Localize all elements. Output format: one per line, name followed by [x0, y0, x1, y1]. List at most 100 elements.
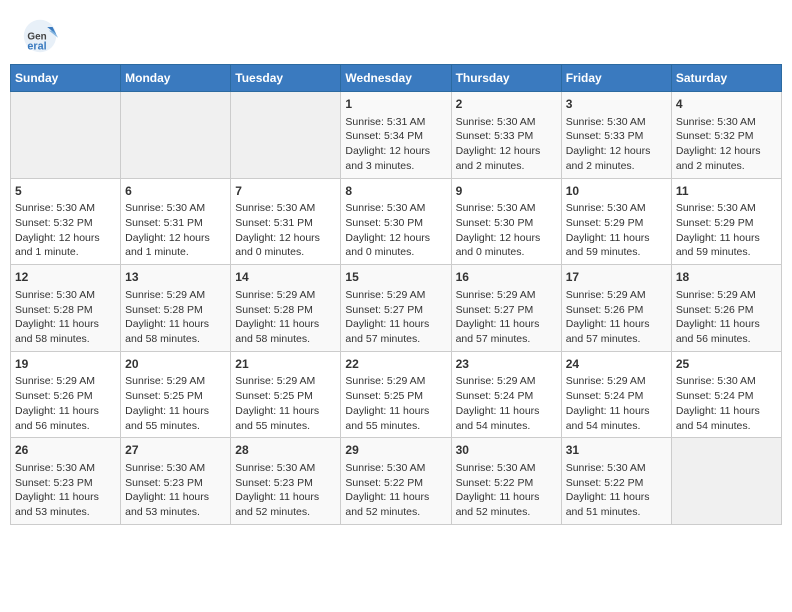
day-info: Sunrise: 5:29 AM Sunset: 5:25 PM Dayligh… — [235, 375, 319, 431]
week-row-5: 26 Sunrise: 5:30 AM Sunset: 5:23 PM Dayli… — [11, 438, 782, 525]
day-number: 24 — [566, 356, 667, 373]
day-number: 17 — [566, 269, 667, 286]
logo-icon: Gen eral — [22, 18, 58, 54]
day-number: 4 — [676, 96, 777, 113]
day-info: Sunrise: 5:29 AM Sunset: 5:26 PM Dayligh… — [676, 289, 760, 345]
day-number: 3 — [566, 96, 667, 113]
column-header-tuesday: Tuesday — [231, 65, 341, 92]
header: Gen eral — [10, 10, 782, 58]
day-cell: 10 Sunrise: 5:30 AM Sunset: 5:29 PM Dayli… — [561, 178, 671, 265]
day-info: Sunrise: 5:30 AM Sunset: 5:30 PM Dayligh… — [456, 202, 541, 258]
week-row-2: 5 Sunrise: 5:30 AM Sunset: 5:32 PM Daylig… — [11, 178, 782, 265]
day-number: 2 — [456, 96, 557, 113]
day-info: Sunrise: 5:30 AM Sunset: 5:22 PM Dayligh… — [345, 462, 429, 518]
day-number: 12 — [15, 269, 116, 286]
day-cell: 16 Sunrise: 5:29 AM Sunset: 5:27 PM Dayli… — [451, 265, 561, 352]
day-cell: 17 Sunrise: 5:29 AM Sunset: 5:26 PM Dayli… — [561, 265, 671, 352]
column-header-friday: Friday — [561, 65, 671, 92]
week-row-1: 1 Sunrise: 5:31 AM Sunset: 5:34 PM Daylig… — [11, 92, 782, 179]
day-info: Sunrise: 5:29 AM Sunset: 5:26 PM Dayligh… — [15, 375, 99, 431]
svg-text:eral: eral — [27, 41, 46, 53]
column-header-saturday: Saturday — [671, 65, 781, 92]
day-number: 16 — [456, 269, 557, 286]
day-info: Sunrise: 5:31 AM Sunset: 5:34 PM Dayligh… — [345, 116, 430, 172]
day-info: Sunrise: 5:29 AM Sunset: 5:24 PM Dayligh… — [566, 375, 650, 431]
day-cell: 2Sunrise: 5:30 AM Sunset: 5:33 PM Daylig… — [451, 92, 561, 179]
calendar-header-row: SundayMondayTuesdayWednesdayThursdayFrid… — [11, 65, 782, 92]
day-info: Sunrise: 5:30 AM Sunset: 5:23 PM Dayligh… — [15, 462, 99, 518]
day-number: 5 — [15, 183, 116, 200]
logo: Gen eral — [22, 18, 62, 54]
day-info: Sunrise: 5:30 AM Sunset: 5:28 PM Dayligh… — [15, 289, 99, 345]
day-cell — [121, 92, 231, 179]
day-cell: 1 Sunrise: 5:31 AM Sunset: 5:34 PM Daylig… — [341, 92, 451, 179]
day-number: 22 — [345, 356, 446, 373]
day-number: 25 — [676, 356, 777, 373]
day-number: 14 — [235, 269, 336, 286]
day-info: Sunrise: 5:30 AM Sunset: 5:31 PM Dayligh… — [125, 202, 210, 258]
day-info: Sunrise: 5:29 AM Sunset: 5:27 PM Dayligh… — [456, 289, 540, 345]
calendar-table: SundayMondayTuesdayWednesdayThursdayFrid… — [10, 64, 782, 525]
day-cell — [231, 92, 341, 179]
day-info: Sunrise: 5:30 AM Sunset: 5:32 PM Dayligh… — [676, 116, 761, 172]
day-cell: 14 Sunrise: 5:29 AM Sunset: 5:28 PM Dayli… — [231, 265, 341, 352]
day-number: 28 — [235, 442, 336, 459]
day-number: 23 — [456, 356, 557, 373]
day-number: 13 — [125, 269, 226, 286]
day-number: 7 — [235, 183, 336, 200]
day-cell: 31Sunrise: 5:30 AM Sunset: 5:22 PM Dayli… — [561, 438, 671, 525]
day-info: Sunrise: 5:30 AM Sunset: 5:33 PM Dayligh… — [566, 116, 651, 172]
day-cell: 30 Sunrise: 5:30 AM Sunset: 5:22 PM Dayli… — [451, 438, 561, 525]
day-info: Sunrise: 5:29 AM Sunset: 5:27 PM Dayligh… — [345, 289, 429, 345]
day-info: Sunrise: 5:30 AM Sunset: 5:24 PM Dayligh… — [676, 375, 760, 431]
week-row-3: 12 Sunrise: 5:30 AM Sunset: 5:28 PM Dayli… — [11, 265, 782, 352]
day-number: 11 — [676, 183, 777, 200]
day-info: Sunrise: 5:30 AM Sunset: 5:29 PM Dayligh… — [676, 202, 760, 258]
day-cell: 3 Sunrise: 5:30 AM Sunset: 5:33 PM Daylig… — [561, 92, 671, 179]
day-number: 10 — [566, 183, 667, 200]
day-cell: 12 Sunrise: 5:30 AM Sunset: 5:28 PM Dayli… — [11, 265, 121, 352]
day-cell: 23 Sunrise: 5:29 AM Sunset: 5:24 PM Dayli… — [451, 351, 561, 438]
day-info: Sunrise: 5:29 AM Sunset: 5:28 PM Dayligh… — [235, 289, 319, 345]
day-cell: 22Sunrise: 5:29 AM Sunset: 5:25 PM Dayli… — [341, 351, 451, 438]
day-number: 31 — [566, 442, 667, 459]
day-cell: 26 Sunrise: 5:30 AM Sunset: 5:23 PM Dayli… — [11, 438, 121, 525]
day-info: Sunrise: 5:30 AM Sunset: 5:23 PM Dayligh… — [125, 462, 209, 518]
day-info: Sunrise: 5:30 AM Sunset: 5:22 PM Dayligh… — [456, 462, 540, 518]
day-cell: 20 Sunrise: 5:29 AM Sunset: 5:25 PM Dayli… — [121, 351, 231, 438]
day-cell: 15Sunrise: 5:29 AM Sunset: 5:27 PM Dayli… — [341, 265, 451, 352]
day-cell: 8 Sunrise: 5:30 AM Sunset: 5:30 PM Daylig… — [341, 178, 451, 265]
day-cell: 19 Sunrise: 5:29 AM Sunset: 5:26 PM Dayli… — [11, 351, 121, 438]
day-number: 20 — [125, 356, 226, 373]
day-cell: 28 Sunrise: 5:30 AM Sunset: 5:23 PM Dayli… — [231, 438, 341, 525]
day-number: 8 — [345, 183, 446, 200]
week-row-4: 19 Sunrise: 5:29 AM Sunset: 5:26 PM Dayli… — [11, 351, 782, 438]
day-cell: 25 Sunrise: 5:30 AM Sunset: 5:24 PM Dayli… — [671, 351, 781, 438]
day-number: 19 — [15, 356, 116, 373]
day-number: 1 — [345, 96, 446, 113]
day-cell: 7 Sunrise: 5:30 AM Sunset: 5:31 PM Daylig… — [231, 178, 341, 265]
day-info: Sunrise: 5:30 AM Sunset: 5:31 PM Dayligh… — [235, 202, 320, 258]
day-number: 26 — [15, 442, 116, 459]
day-info: Sunrise: 5:30 AM Sunset: 5:23 PM Dayligh… — [235, 462, 319, 518]
day-cell: 18 Sunrise: 5:29 AM Sunset: 5:26 PM Dayli… — [671, 265, 781, 352]
day-info: Sunrise: 5:29 AM Sunset: 5:26 PM Dayligh… — [566, 289, 650, 345]
day-info: Sunrise: 5:29 AM Sunset: 5:25 PM Dayligh… — [125, 375, 209, 431]
day-cell: 29Sunrise: 5:30 AM Sunset: 5:22 PM Dayli… — [341, 438, 451, 525]
day-info: Sunrise: 5:30 AM Sunset: 5:32 PM Dayligh… — [15, 202, 100, 258]
day-cell — [11, 92, 121, 179]
day-cell: 5 Sunrise: 5:30 AM Sunset: 5:32 PM Daylig… — [11, 178, 121, 265]
day-cell: 27 Sunrise: 5:30 AM Sunset: 5:23 PM Dayli… — [121, 438, 231, 525]
day-cell — [671, 438, 781, 525]
day-number: 9 — [456, 183, 557, 200]
day-number: 18 — [676, 269, 777, 286]
day-cell: 4 Sunrise: 5:30 AM Sunset: 5:32 PM Daylig… — [671, 92, 781, 179]
day-info: Sunrise: 5:29 AM Sunset: 5:28 PM Dayligh… — [125, 289, 209, 345]
column-header-thursday: Thursday — [451, 65, 561, 92]
day-info: Sunrise: 5:29 AM Sunset: 5:24 PM Dayligh… — [456, 375, 540, 431]
day-info: Sunrise: 5:30 AM Sunset: 5:30 PM Dayligh… — [345, 202, 430, 258]
day-info: Sunrise: 5:30 AM Sunset: 5:29 PM Dayligh… — [566, 202, 650, 258]
day-cell: 21Sunrise: 5:29 AM Sunset: 5:25 PM Dayli… — [231, 351, 341, 438]
day-number: 30 — [456, 442, 557, 459]
day-number: 27 — [125, 442, 226, 459]
